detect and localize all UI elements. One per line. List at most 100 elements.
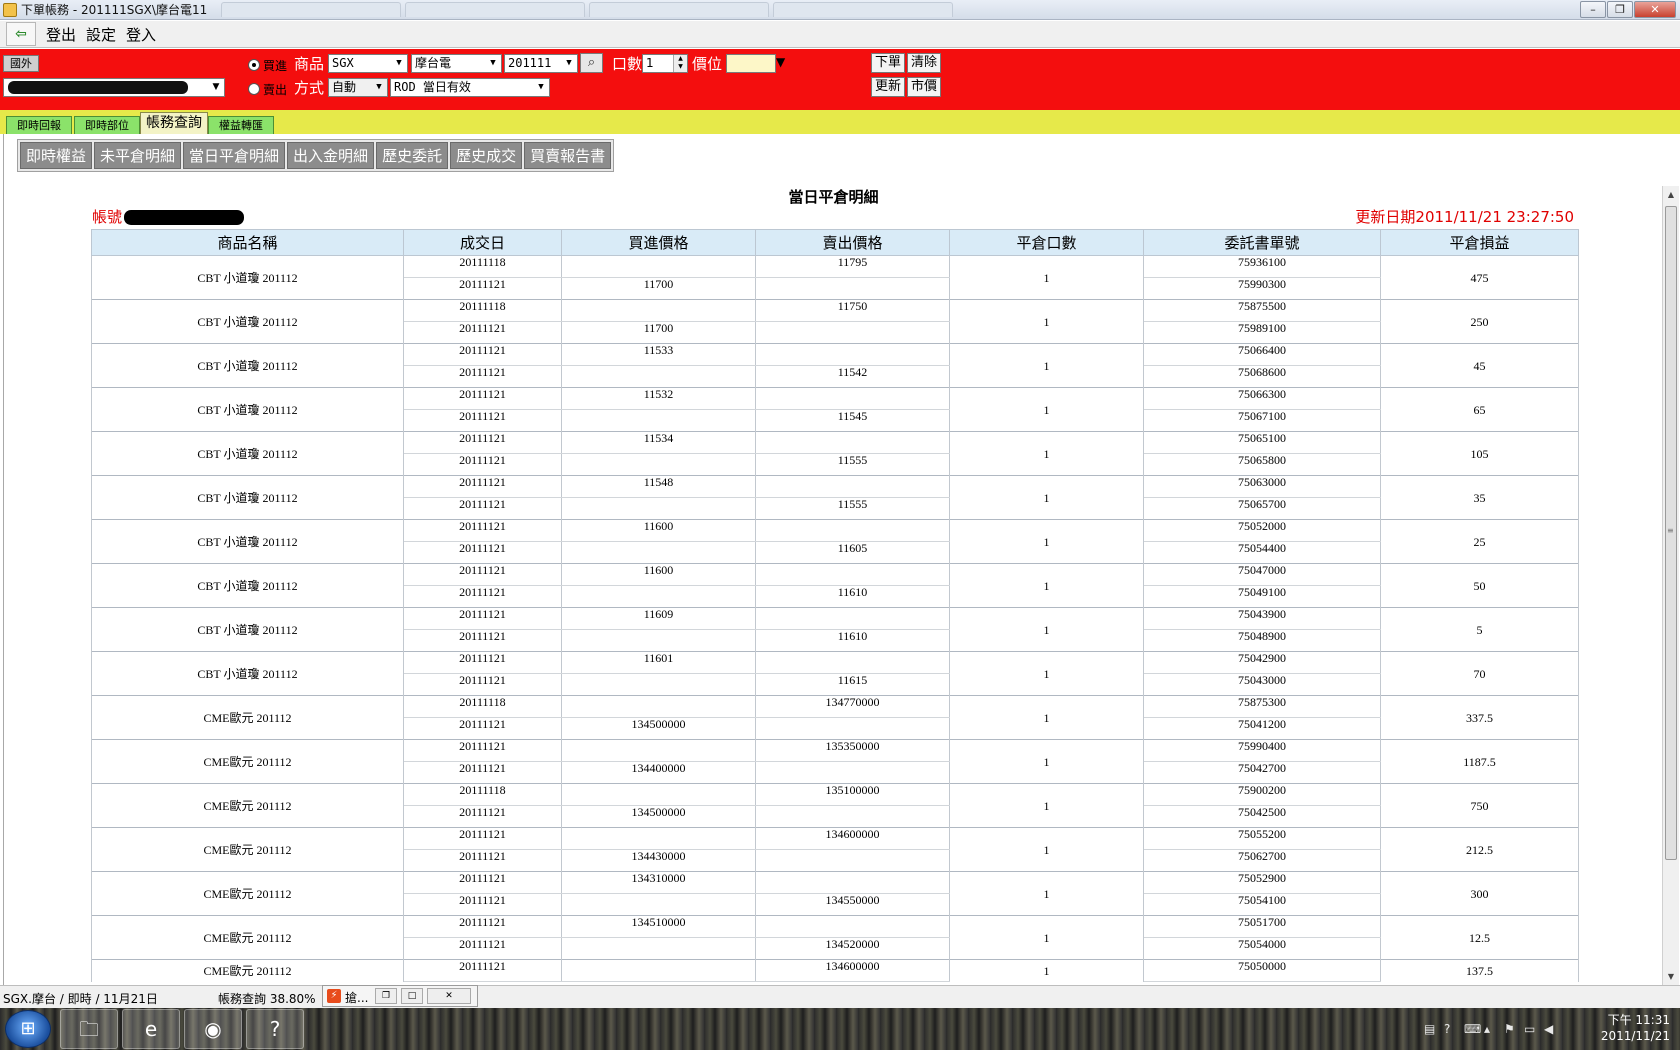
table-row[interactable]: CBT 小道瓊 201112 20111118 11750 1 75875500 250 <box>91 299 1579 344</box>
col-buy-price[interactable]: 買進價格 <box>561 229 756 256</box>
price-input[interactable] <box>726 54 776 73</box>
scroll-down-icon[interactable]: ▼ <box>1663 968 1679 985</box>
tif-select[interactable]: ROD 當日有效 ▼ <box>390 78 550 97</box>
cell-buy-price: 11600 <box>561 563 756 586</box>
restore-icon[interactable]: ❐ <box>375 988 397 1004</box>
subtab-cash-flow[interactable]: 出入金明細 <box>287 142 375 169</box>
col-trade-date[interactable]: 成交日 <box>403 229 562 256</box>
help-icon[interactable]: ? <box>246 1009 304 1049</box>
menu-logout[interactable]: 登出 <box>46 24 76 45</box>
cell-qty: 1 <box>949 959 1144 982</box>
tray-clock[interactable]: 下午 11:31 2011/11/21 <box>1601 1012 1670 1044</box>
table-row[interactable]: CBT 小道瓊 201112 20111121 11533 1 75066400 45 <box>91 343 1579 388</box>
clear-button[interactable]: 清除 <box>907 53 941 73</box>
cell-sell-price: 11605 <box>755 541 950 564</box>
col-order-no[interactable]: 委託書單號 <box>1143 229 1381 256</box>
cell-buy-price <box>561 365 756 388</box>
qty-stepper[interactable]: 1 ▲ ▼ <box>642 54 688 73</box>
buy-radio[interactable] <box>248 59 260 71</box>
table-row[interactable]: CBT 小道瓊 201112 20111121 11600 1 75052000 25 <box>91 519 1579 564</box>
cell-sell-price: 11545 <box>755 409 950 432</box>
vertical-scrollbar[interactable]: ▲ ≡ ▼ <box>1662 186 1679 985</box>
refresh-button[interactable]: 更新 <box>871 77 905 97</box>
col-pnl[interactable]: 平倉損益 <box>1380 229 1579 256</box>
maximize-icon[interactable]: □ <box>401 988 423 1004</box>
menu-login[interactable]: 登入 <box>126 24 156 45</box>
minimize-button[interactable]: – <box>1580 1 1606 18</box>
volume-icon[interactable]: ◀ <box>1544 1022 1553 1036</box>
subtab-closed-today[interactable]: 當日平倉明細 <box>183 142 286 169</box>
col-product[interactable]: 商品名稱 <box>91 229 404 256</box>
table-row[interactable]: CBT 小道瓊 201112 20111121 11532 1 75066300 65 <box>91 387 1579 432</box>
minimized-window[interactable]: ⚡ 搶... ❐ □ ✕ <box>322 985 478 1007</box>
account-select[interactable]: ▼ <box>3 78 225 97</box>
cell-qty: 1 <box>949 387 1144 432</box>
chevron-down-icon[interactable]: ▼ <box>776 53 788 72</box>
table-row[interactable]: CBT 小道瓊 201112 20111118 11795 1 75936100 475 <box>91 255 1579 300</box>
maximize-button[interactable]: ❐ <box>1607 1 1633 18</box>
place-order-button[interactable]: 下單 <box>871 53 905 73</box>
window-title: 下單帳務 - 201111SGX\摩台電11 <box>21 3 208 17</box>
col-sell-price[interactable]: 賣出價格 <box>755 229 950 256</box>
subtab-fill-history[interactable]: 歷史成交 <box>450 142 523 169</box>
cell-pnl: 250 <box>1380 299 1579 344</box>
method-select[interactable]: 自動 ▼ <box>328 78 388 97</box>
cell-pnl: 45 <box>1380 343 1579 388</box>
spin-arrows-icon[interactable]: ▲ ▼ <box>673 55 687 72</box>
ie-icon[interactable]: e <box>122 1009 180 1049</box>
help-tray-icon[interactable]: ? <box>1444 1022 1450 1036</box>
table-row[interactable]: CME歐元 201112 20111118 135100000 1 75900200 75… <box>91 783 1579 828</box>
subtab-open-positions[interactable]: 未平倉明細 <box>94 142 182 169</box>
explorer-icon[interactable]: 🗀 <box>60 1009 118 1049</box>
background-tab[interactable] <box>405 2 586 17</box>
market-tag[interactable]: 國外 <box>3 55 39 72</box>
cell-order-no: 75065700 <box>1143 497 1381 520</box>
table-row[interactable]: CME歐元 201112 20111118 134770000 1 75875300 33… <box>91 695 1579 740</box>
cell-buy-price: 11600 <box>561 519 756 542</box>
tab-equity-transfer[interactable]: 權益轉匯 <box>208 116 274 134</box>
sell-radio[interactable] <box>248 83 260 95</box>
flag-icon[interactable]: ⚑ <box>1504 1022 1515 1036</box>
keyboard-icon[interactable]: ⌨ <box>1464 1022 1481 1036</box>
table-row[interactable]: CBT 小道瓊 201112 20111121 11534 1 75065100 105 <box>91 431 1579 476</box>
background-tab[interactable] <box>589 2 770 17</box>
exchange-select[interactable]: SGX ▼ <box>328 54 408 73</box>
subtab-trade-report[interactable]: 買賣報告書 <box>524 142 612 169</box>
start-button-icon[interactable]: ⊞ <box>5 1010 51 1048</box>
title-bar: 下單帳務 - 201111SGX\摩台電11 – ❐ ✕ <box>0 0 1680 20</box>
table-row[interactable]: CME歐元 201112 20111121 134310000 1 75052900 30… <box>91 871 1579 916</box>
show-hidden-icon[interactable]: ▴ <box>1484 1022 1490 1036</box>
table-row[interactable]: CME歐元 201112 20111121 134600000 1 75050000 13… <box>91 959 1579 982</box>
scroll-up-icon[interactable]: ▲ <box>1663 186 1679 203</box>
background-tab[interactable] <box>221 2 402 17</box>
market-price-button[interactable]: 市價 <box>907 77 941 97</box>
table-row[interactable]: CME歐元 201112 20111121 134510000 1 75051700 12… <box>91 915 1579 960</box>
network-icon[interactable]: ▤ <box>1424 1022 1435 1036</box>
cell-buy-price: 11601 <box>561 651 756 674</box>
cell-order-no: 75042500 <box>1143 805 1381 828</box>
close-icon[interactable]: ✕ <box>427 988 471 1004</box>
table-row[interactable]: CME歐元 201112 20111121 135350000 1 75990400 11… <box>91 739 1579 784</box>
table-row[interactable]: CBT 小道瓊 201112 20111121 11548 1 75063000 35 <box>91 475 1579 520</box>
subtab-equity[interactable]: 即時權益 <box>20 142 93 169</box>
close-button[interactable]: ✕ <box>1634 1 1676 18</box>
cell-buy-price <box>561 629 756 652</box>
tab-account-query[interactable]: 帳務查詢 <box>140 112 208 134</box>
subtab-order-history[interactable]: 歷史委託 <box>376 142 449 169</box>
tab-realtime-position[interactable]: 即時部位 <box>74 116 140 134</box>
month-select[interactable]: 201111 ▼ <box>504 54 578 73</box>
background-tab[interactable] <box>773 2 954 17</box>
table-row[interactable]: CBT 小道瓊 201112 20111121 11600 1 75047000 50 <box>91 563 1579 608</box>
search-icon[interactable]: ⌕ <box>580 53 603 73</box>
col-qty[interactable]: 平倉口數 <box>949 229 1144 256</box>
product-select[interactable]: 摩台電 ▼ <box>411 54 502 73</box>
cell-sell-price <box>755 717 950 740</box>
menu-settings[interactable]: 設定 <box>86 24 116 45</box>
table-row[interactable]: CBT 小道瓊 201112 20111121 11601 1 75042900 70 <box>91 651 1579 696</box>
exit-icon[interactable]: ⇦ <box>6 22 36 46</box>
table-row[interactable]: CBT 小道瓊 201112 20111121 11609 1 75043900 5 <box>91 607 1579 652</box>
chrome-icon[interactable]: ◉ <box>184 1009 242 1049</box>
display-icon[interactable]: ▭ <box>1524 1022 1535 1036</box>
table-row[interactable]: CME歐元 201112 20111121 134600000 1 75055200 21… <box>91 827 1579 872</box>
tab-realtime-report[interactable]: 即時回報 <box>6 116 72 134</box>
